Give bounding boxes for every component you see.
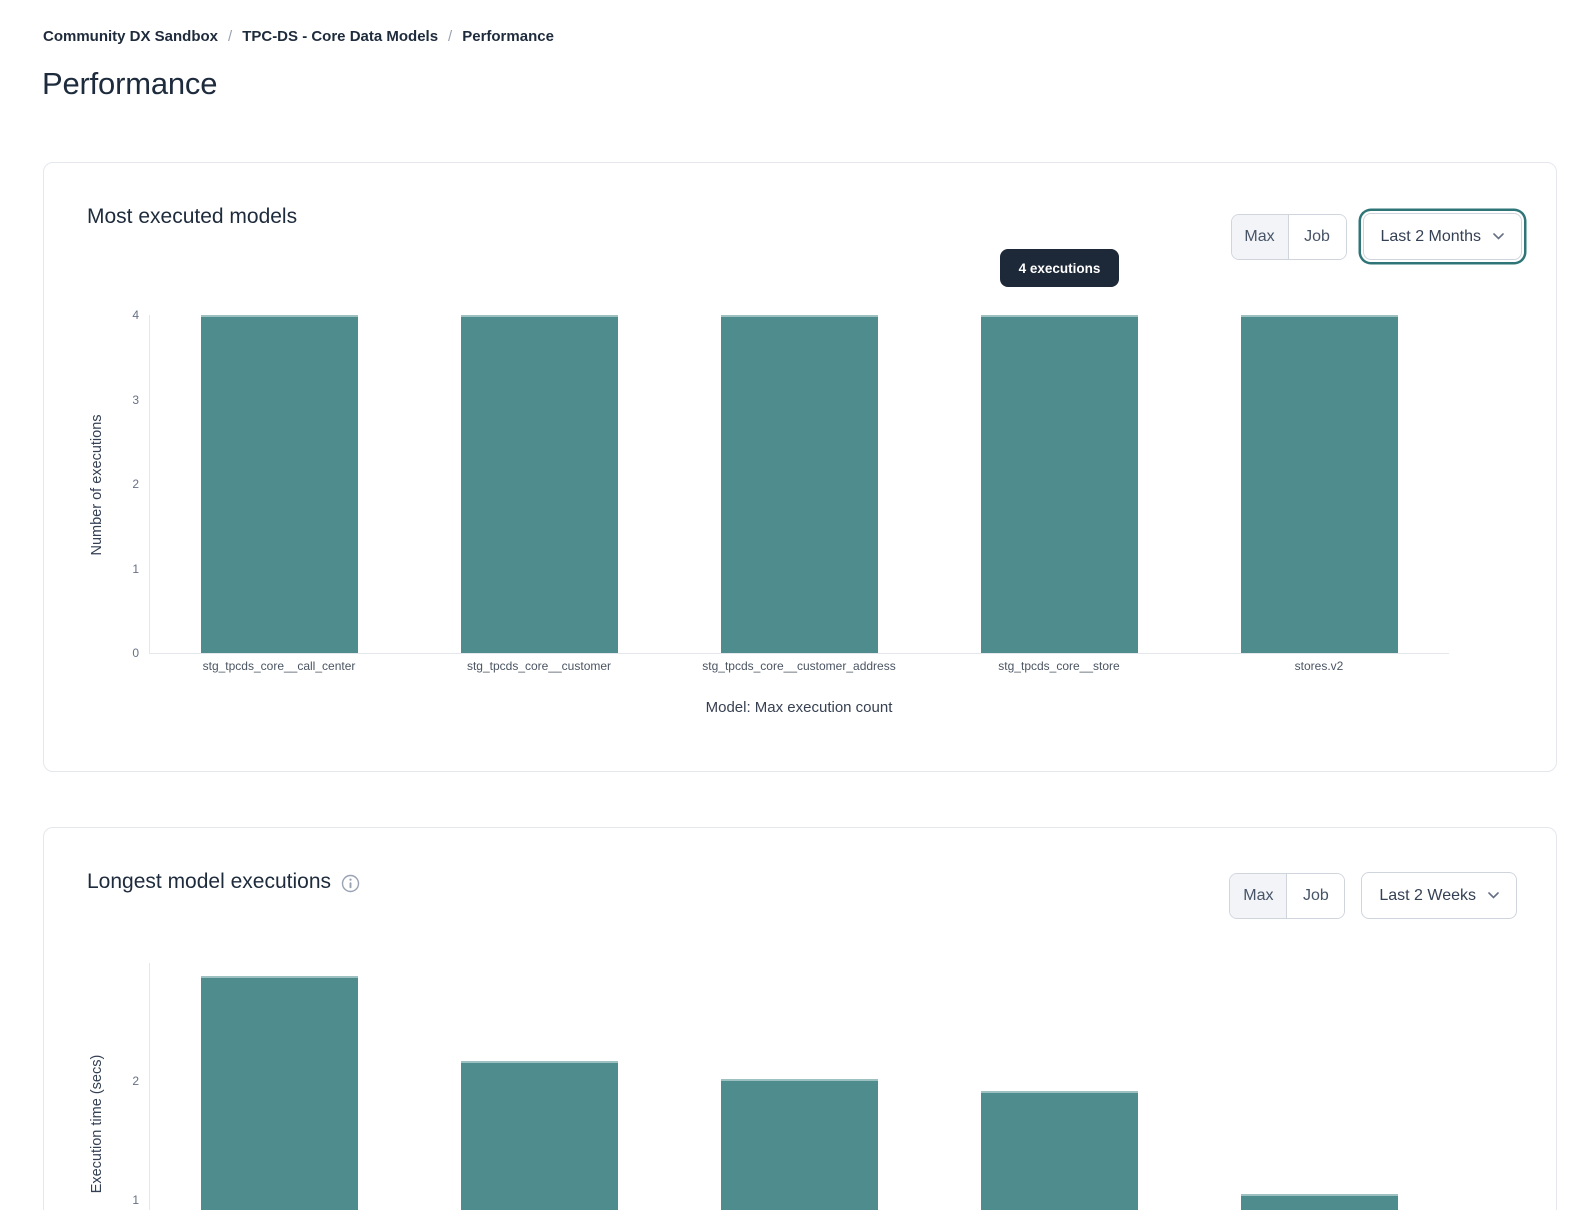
bar-stg_tpcds_core__store[interactable] xyxy=(981,315,1138,653)
performance-page: Community DX Sandbox / TPC-DS - Core Dat… xyxy=(0,0,1584,1210)
most-executed-models-card: Most executed models Max Job Last 2 Mont… xyxy=(43,162,1557,772)
y-tick-label: 0 xyxy=(109,646,139,660)
y-tick-label: 1 xyxy=(109,1193,139,1207)
x-category-label: stg_tpcds_core__store xyxy=(929,659,1189,673)
breadcrumb-project[interactable]: Community DX Sandbox xyxy=(43,28,218,45)
y-tick-label: 3 xyxy=(109,393,139,407)
y-tick-label: 4 xyxy=(109,308,139,322)
x-category-label: stg_tpcds_core__customer_address xyxy=(669,659,929,673)
bar-stores.v2[interactable] xyxy=(1241,315,1398,653)
x-category-label: stores.v2 xyxy=(1189,659,1449,673)
bar-series-3[interactable] xyxy=(981,1091,1138,1210)
breadcrumb-separator: / xyxy=(448,28,452,45)
bar-series-1[interactable] xyxy=(461,1061,618,1210)
bar-stg_tpcds_core__call_center[interactable] xyxy=(201,315,358,653)
y-axis-title: Number of executions xyxy=(89,414,105,555)
breadcrumb-environment[interactable]: TPC-DS - Core Data Models xyxy=(242,28,438,45)
x-axis-title: Model: Max execution count xyxy=(149,699,1449,716)
longest-model-executions-card: Longest model executions Max Job Last 2 … xyxy=(43,827,1557,1210)
y-tick-label: 1 xyxy=(109,562,139,576)
bar-stg_tpcds_core__customer[interactable] xyxy=(461,315,618,653)
bar-series-2[interactable] xyxy=(721,1079,878,1210)
bar-stg_tpcds_core__customer_address[interactable] xyxy=(721,315,878,653)
x-category-label: stg_tpcds_core__call_center xyxy=(149,659,409,673)
breadcrumb-separator: / xyxy=(228,28,232,45)
chart-tooltip: 4 executions xyxy=(1000,249,1119,287)
y-axis-title: Execution time (secs) xyxy=(89,1055,105,1194)
most-executed-models-chart: 01234stg_tpcds_core__call_centerstg_tpcd… xyxy=(44,163,1556,771)
page-title: Performance xyxy=(42,66,217,102)
x-category-label: stg_tpcds_core__customer xyxy=(409,659,669,673)
bar-series-0[interactable] xyxy=(201,976,358,1210)
y-axis-line xyxy=(149,315,150,653)
x-axis-line xyxy=(149,653,1449,654)
y-axis-line xyxy=(149,963,150,1210)
bar-series-4[interactable] xyxy=(1241,1194,1398,1210)
breadcrumb: Community DX Sandbox / TPC-DS - Core Dat… xyxy=(43,28,554,45)
longest-model-executions-chart: 12 xyxy=(44,828,1556,1210)
y-tick-label: 2 xyxy=(109,1074,139,1088)
y-tick-label: 2 xyxy=(109,477,139,491)
breadcrumb-current: Performance xyxy=(462,28,554,45)
